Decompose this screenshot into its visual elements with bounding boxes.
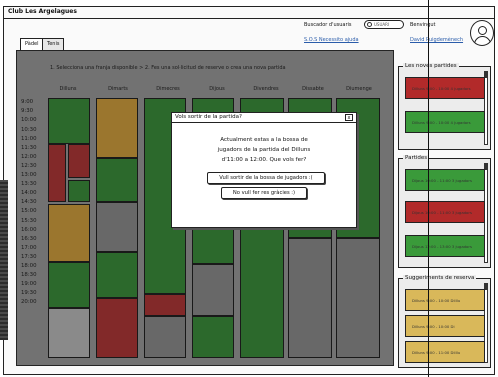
search-icon xyxy=(367,22,372,27)
user-search-input[interactable]: USUARI xyxy=(364,20,404,29)
leave-match-dialog: Vols sortir de la partida? x Actualment … xyxy=(171,112,357,228)
suggestion-card[interactable]: Dilluns 9:00 - 11:00 Dilllu xyxy=(405,341,485,363)
user-search-label: Buscador d'usuaris xyxy=(304,22,352,28)
title-divider xyxy=(4,18,495,19)
welcome-text: Benvingut xyxy=(410,22,436,28)
match-card[interactable]: Dilluns 9:00 - 10:00 4 jugadors xyxy=(405,77,485,99)
dialog-title: Vols sortir de la partida? xyxy=(172,113,356,123)
scrollbar-thumb[interactable] xyxy=(485,164,487,170)
cancel-button[interactable]: No vull fer res gràcies :) xyxy=(221,187,307,199)
leave-match-button[interactable]: Vull sortir de la bossa de jugadors :( xyxy=(207,172,325,184)
photo-edge xyxy=(0,180,8,340)
panel-title: Partides xyxy=(403,155,430,161)
match-card[interactable]: Dilluns 9:00 - 10:00 4 jugadors xyxy=(405,111,485,133)
dialog-message-line: Actualment estas a la bossa de xyxy=(220,137,308,143)
match-card[interactable]: Dijous 10:00 - 11:00 3 jugadors xyxy=(405,169,485,191)
panel-new-matches: Les noves partides Dilluns 9:00 - 10:00 … xyxy=(398,63,491,150)
suggestion-card[interactable]: Dilluns 9:00 - 10:00 Di xyxy=(405,315,485,337)
avatar-body-icon xyxy=(474,36,491,45)
divider-line xyxy=(428,0,429,377)
dialog-message: Actualment estas a la bossa de jugadors … xyxy=(182,135,346,165)
dialog-message-line: jugadors de la partida del Dilluns xyxy=(217,147,311,153)
tab-tenis[interactable]: Tenis xyxy=(42,38,65,50)
match-card[interactable]: Dijous 10:00 - 11:00 3 jugadors xyxy=(405,201,485,223)
scrollbar-thumb[interactable] xyxy=(485,72,487,78)
close-button[interactable]: x xyxy=(345,114,353,121)
scrollbar-thumb[interactable] xyxy=(485,284,487,290)
suggestion-card[interactable]: Dilluns 9:00 - 10:00 Dilllu xyxy=(405,289,485,311)
search-placeholder: USUARI xyxy=(374,22,390,27)
user-profile-link[interactable]: David Puigdemènech xyxy=(410,37,463,43)
avatar-head-icon xyxy=(478,26,487,35)
panel-title: Les noves partides xyxy=(403,63,459,69)
avatar[interactable] xyxy=(470,20,494,46)
tab-padel[interactable]: Pàdel xyxy=(20,38,44,50)
panel-matches: Partides Dijous 10:00 - 11:00 3 jugadors… xyxy=(398,155,491,268)
dialog-message-line: d'11:00 a 12:00. Que vols fer? xyxy=(221,157,307,163)
panel-title: Suggeriments de reserva xyxy=(403,275,477,281)
match-card[interactable]: Dijous 12:00 - 13:00 3 jugadors xyxy=(405,235,485,257)
app-title: Club Les Argelagues xyxy=(8,8,77,15)
panel-suggestions: Suggeriments de reserva Dilluns 9:00 - 1… xyxy=(398,275,491,368)
help-link[interactable]: S.O.S Necessito ajuda xyxy=(304,37,359,43)
